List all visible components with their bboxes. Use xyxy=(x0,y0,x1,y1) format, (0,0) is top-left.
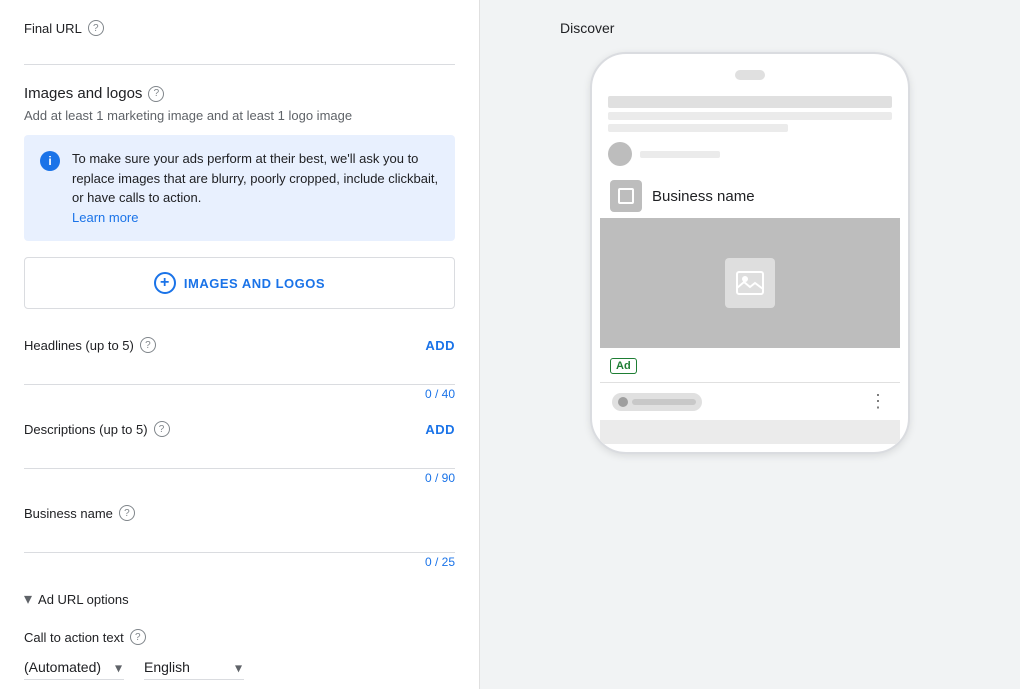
ad-url-options-label: Ad URL options xyxy=(38,592,129,607)
ad-badge-row: Ad xyxy=(600,348,900,382)
info-icon: i xyxy=(40,151,60,171)
image-placeholder-icon xyxy=(725,258,775,308)
business-icon xyxy=(618,188,634,204)
images-logos-title: Images and logos xyxy=(24,85,142,102)
descriptions-label: Descriptions (up to 5) xyxy=(24,422,148,437)
three-dots-icon[interactable]: ⋮ xyxy=(869,391,888,412)
call-to-action-label: Call to action text xyxy=(24,630,124,645)
info-text: To make sure your ads perform at their b… xyxy=(72,149,439,227)
final-url-help-icon[interactable]: ? xyxy=(88,20,104,36)
phone-notch xyxy=(735,70,765,80)
business-name-help-icon[interactable]: ? xyxy=(119,505,135,521)
image-icon xyxy=(736,271,764,295)
headlines-label-row: Headlines (up to 5) ? xyxy=(24,337,156,353)
final-url-label-row: Final URL ? xyxy=(24,20,455,36)
language-dropdown[interactable]: English Spanish French xyxy=(144,655,244,680)
business-icon-box xyxy=(610,180,642,212)
bottom-pill-line xyxy=(632,399,696,405)
learn-more-link[interactable]: Learn more xyxy=(72,210,138,225)
phone-line-1 xyxy=(608,112,892,120)
dropdowns-row: (Automated) Custom ▾ English Spanish Fre… xyxy=(24,655,455,680)
call-to-action-section: Call to action text ? (Automated) Custom… xyxy=(24,629,455,680)
call-to-action-label-row: Call to action text ? xyxy=(24,629,455,645)
ad-url-options-toggle[interactable]: ▾ Ad URL options xyxy=(24,589,455,609)
headlines-header: Headlines (up to 5) ? ADD xyxy=(24,337,455,353)
headlines-section: Headlines (up to 5) ? ADD 0 / 40 xyxy=(24,337,455,401)
headlines-help-icon[interactable]: ? xyxy=(140,337,156,353)
phone-line-2 xyxy=(608,124,788,132)
business-name-char-count: 0 / 25 xyxy=(24,555,455,569)
phone-bottom-area: ⋮ xyxy=(600,382,900,420)
language-dropdown-wrapper: English Spanish French ▾ xyxy=(144,655,244,680)
phone-top-bar xyxy=(608,96,892,108)
phone-footer-strip xyxy=(600,420,900,444)
ad-badge: Ad xyxy=(610,358,637,374)
images-logos-subtitle: Add at least 1 marketing image and at le… xyxy=(24,108,455,123)
automated-dropdown-wrapper: (Automated) Custom ▾ xyxy=(24,655,124,680)
images-logos-title-row: Images and logos ? xyxy=(24,85,455,102)
business-name-label-row: Business name ? xyxy=(24,505,135,521)
chevron-down-icon: ▾ xyxy=(24,589,32,609)
bottom-pill xyxy=(612,393,702,411)
images-logos-help-icon[interactable]: ? xyxy=(148,86,164,102)
business-name-header: Business name ? xyxy=(24,505,455,521)
business-name-preview: Business name xyxy=(652,188,755,205)
final-url-input[interactable] xyxy=(24,40,455,65)
discover-label: Discover xyxy=(560,20,614,36)
avatar-row xyxy=(600,136,900,172)
bottom-pill-dot xyxy=(618,397,628,407)
descriptions-label-row: Descriptions (up to 5) ? xyxy=(24,421,170,437)
business-name-input-line xyxy=(24,525,455,553)
headlines-char-count: 0 / 40 xyxy=(24,387,455,401)
ad-url-options-section: ▾ Ad URL options xyxy=(24,589,455,609)
add-images-button[interactable]: + IMAGES AND LOGOS xyxy=(24,257,455,309)
descriptions-input-line xyxy=(24,441,455,469)
headlines-input-line xyxy=(24,357,455,385)
headlines-add-button[interactable]: ADD xyxy=(425,338,455,353)
phone-mockup: Business name Ad xyxy=(590,52,910,454)
business-name-row-preview: Business name xyxy=(600,172,900,218)
avatar-text xyxy=(640,151,892,158)
final-url-label: Final URL xyxy=(24,21,82,36)
business-name-label: Business name xyxy=(24,506,113,521)
descriptions-help-icon[interactable]: ? xyxy=(154,421,170,437)
automated-dropdown[interactable]: (Automated) Custom xyxy=(24,655,124,680)
left-panel: Final URL ? Images and logos ? Add at le… xyxy=(0,0,480,689)
final-url-field: Final URL ? xyxy=(24,20,455,65)
business-name-section: Business name ? 0 / 25 xyxy=(24,505,455,569)
phone-content: Business name Ad xyxy=(600,90,900,444)
image-placeholder xyxy=(600,218,900,348)
avatar xyxy=(608,142,632,166)
plus-circle-icon: + xyxy=(154,272,176,294)
info-box: i To make sure your ads perform at their… xyxy=(24,135,455,241)
descriptions-section: Descriptions (up to 5) ? ADD 0 / 90 xyxy=(24,421,455,485)
right-panel: Discover Business name xyxy=(480,0,1020,689)
images-logos-section: Images and logos ? Add at least 1 market… xyxy=(24,85,455,309)
descriptions-header: Descriptions (up to 5) ? ADD xyxy=(24,421,455,437)
avatar-name-line xyxy=(640,151,720,158)
headlines-label: Headlines (up to 5) xyxy=(24,338,134,353)
call-to-action-help-icon[interactable]: ? xyxy=(130,629,146,645)
info-main-text: To make sure your ads perform at their b… xyxy=(72,151,438,205)
descriptions-char-count: 0 / 90 xyxy=(24,471,455,485)
descriptions-add-button[interactable]: ADD xyxy=(425,422,455,437)
add-images-label: IMAGES AND LOGOS xyxy=(184,276,325,291)
